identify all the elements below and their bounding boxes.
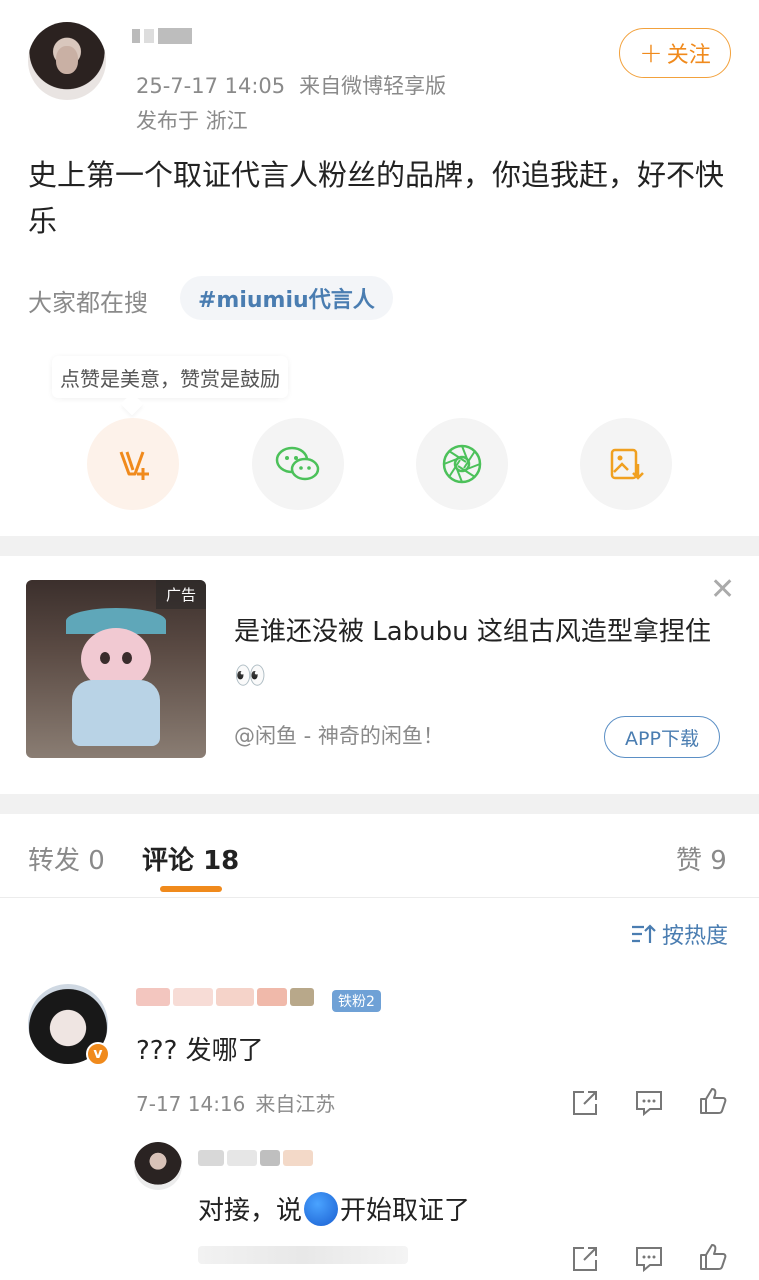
reply-text: 对接，说 开始取证了	[198, 1190, 470, 1227]
sort-icon	[632, 924, 656, 943]
tab-likes[interactable]: 赞 9	[676, 840, 727, 877]
tab-likes-label: 赞	[676, 846, 703, 876]
post-timestamp: 25-7-17 14:05	[136, 74, 286, 98]
replier-name-blurred[interactable]	[198, 1150, 313, 1166]
plus-icon: +	[639, 36, 663, 69]
section-divider	[0, 794, 759, 814]
like-icon[interactable]	[698, 1242, 728, 1272]
comment-icon[interactable]	[634, 1088, 664, 1118]
tab-repost-label: 转发	[28, 846, 81, 876]
post-text: 史上第一个取证代言人粉丝的品牌，你追我赶，好不快乐	[28, 158, 725, 238]
share-moments-button[interactable]	[416, 418, 508, 510]
sort-label: 按热度	[662, 924, 729, 949]
post-source[interactable]: 来自微博轻享版	[299, 74, 446, 98]
post-location: 发布于 浙江	[136, 109, 248, 133]
share-icon[interactable]	[570, 1244, 600, 1274]
tabs-divider	[0, 897, 759, 898]
moments-icon	[442, 444, 482, 484]
comment-meta: 7-17 14:16 来自江苏	[136, 1088, 345, 1117]
reply-text-before: 对接，说	[198, 1196, 303, 1226]
ad-tag: 广告	[155, 580, 206, 609]
ad-title[interactable]: 是谁还没被 Labubu 这组古风造型拿捏住👀	[234, 610, 714, 698]
author-avatar[interactable]	[28, 22, 106, 100]
replier-avatar[interactable]	[134, 1142, 182, 1190]
like-icon[interactable]	[698, 1086, 728, 1116]
reply-text-after: 开始取证了	[340, 1196, 471, 1226]
tab-repost-count: 0	[88, 846, 105, 876]
comment-time: 7-17 14:16	[136, 1092, 246, 1116]
verified-badge: v	[86, 1042, 110, 1066]
ad-source: @闲鱼 - 神奇的闲鱼！	[234, 724, 444, 748]
image-download-icon	[610, 448, 644, 480]
comment-icon[interactable]	[634, 1244, 664, 1274]
tab-comments[interactable]: 评论 18	[142, 840, 239, 877]
trending-search-label: 大家都在搜	[28, 289, 148, 317]
app-download-button[interactable]: APP下载	[604, 716, 720, 758]
tab-comments-count: 18	[203, 846, 240, 876]
follow-button[interactable]: + 关注	[619, 28, 731, 78]
comment-text: ??? 发哪了	[136, 1036, 264, 1066]
blue-circle-emoji	[304, 1191, 339, 1226]
tab-likes-count: 9	[710, 846, 727, 876]
hashtag-link[interactable]: #miumiu代言人	[180, 276, 393, 320]
section-divider	[0, 536, 759, 556]
tab-repost[interactable]: 转发 0	[28, 840, 105, 877]
fan-level-badge: 铁粉2	[332, 990, 381, 1012]
ad-image[interactable]: 广告	[26, 580, 206, 758]
reward-tooltip: 点赞是美意，赞赏是鼓励	[52, 356, 288, 398]
post-meta: 25-7-17 14:05 来自微博轻享版	[136, 70, 460, 100]
commenter-name-blurred[interactable]	[136, 988, 314, 1006]
author-name-blurred[interactable]	[132, 28, 192, 44]
follow-label: 关注	[666, 43, 711, 68]
sort-button[interactable]: 按热度	[630, 918, 728, 950]
tab-comments-label: 评论	[142, 846, 195, 876]
reward-button[interactable]	[87, 418, 179, 510]
wechat-icon	[275, 446, 320, 481]
reply-meta-blurred	[198, 1246, 408, 1264]
close-icon[interactable]: ✕	[710, 575, 735, 605]
save-image-button[interactable]	[580, 418, 672, 510]
tab-active-indicator	[160, 886, 222, 892]
share-wechat-button[interactable]	[252, 418, 344, 510]
reward-icon	[119, 451, 149, 480]
comment-location: 来自江苏	[255, 1092, 336, 1116]
share-icon[interactable]	[570, 1088, 600, 1118]
